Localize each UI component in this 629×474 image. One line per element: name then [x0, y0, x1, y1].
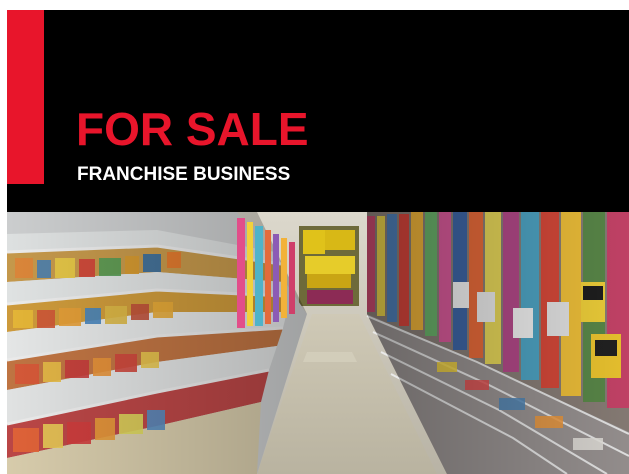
title-banner: FOR SALE FRANCHISE BUSINESS — [7, 10, 629, 212]
advertisement-card: FOR SALE FRANCHISE BUSINESS — [7, 10, 629, 474]
red-accent-bar — [7, 10, 44, 184]
subheadline: FRANCHISE BUSINESS — [77, 164, 291, 185]
headline: FOR SALE — [76, 103, 309, 155]
store-aisle-photo — [7, 212, 629, 474]
